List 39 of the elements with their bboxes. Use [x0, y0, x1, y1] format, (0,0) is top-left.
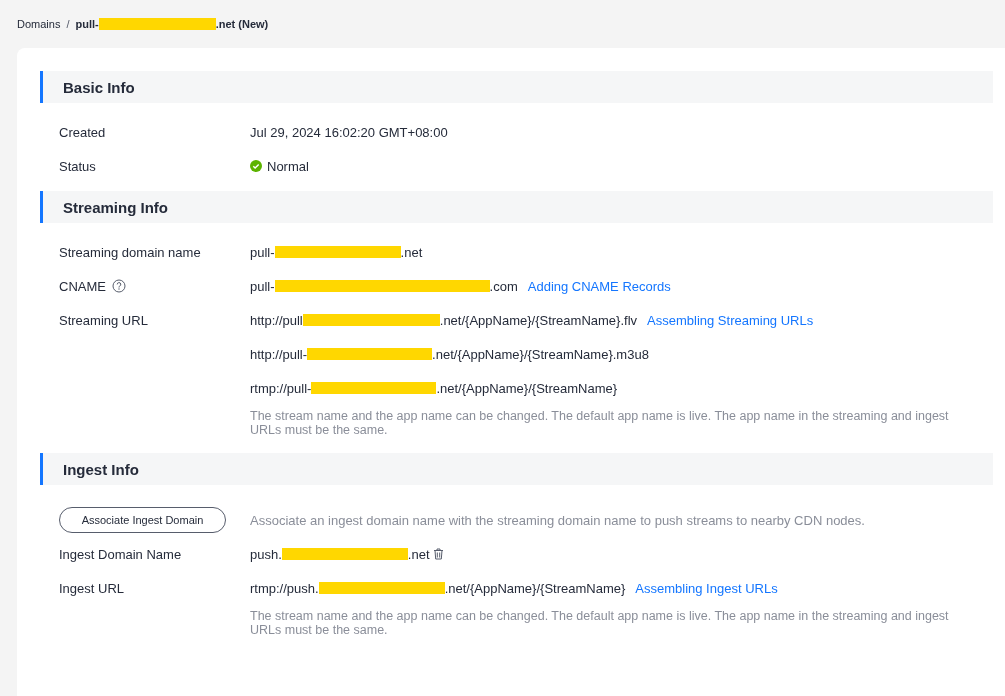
help-link[interactable]: Adding CNAME Records [527, 278, 671, 294]
value-text: pull- [250, 278, 275, 294]
field-label: Ingest Domain Name [59, 546, 182, 562]
help-icon[interactable] [111, 279, 126, 293]
value-text: http://pull [250, 312, 303, 328]
value-text: .com [489, 278, 518, 294]
value-text: .net/{AppName}/{StreamName} [444, 580, 626, 596]
field-label: Ingest URL [59, 580, 125, 596]
breadcrumb-current: .net (New) [215, 18, 269, 30]
value-text: rtmp://pull- [250, 380, 312, 396]
status-text: Normal [267, 158, 309, 174]
field-label: Created [59, 124, 106, 140]
field-label: Streaming domain name [59, 244, 201, 260]
breadcrumb-current: pull- [75, 18, 99, 30]
description-text: Associate an ingest domain name with the streaming domain name to push streams to nearby CDN nodes. [250, 512, 865, 528]
help-link[interactable]: Assembling Streaming URLs [647, 312, 814, 328]
value-text: push. [250, 546, 282, 562]
value-text: .net/{AppName}/{StreamName}.flv [439, 312, 638, 328]
value-text: .net [400, 244, 423, 260]
hint-text: The stream name and the app name can be changed. The default app name is live. The app name in the streaming and ingest URLs must be the same. [250, 608, 950, 639]
breadcrumb-separator: / [66, 18, 70, 30]
value-text: .net/{AppName}/{StreamName}.m3u8 [432, 346, 649, 362]
field-label: CNAME [59, 278, 106, 294]
value-text: rtmp://push. [250, 580, 319, 596]
value-text: .net/{AppName}/{StreamName} [436, 380, 618, 396]
section-header: Ingest Info [40, 453, 993, 485]
value-text: Jul 29, 2024 16:02:20 GMT+08:00 [250, 124, 448, 140]
field-label: Status [59, 157, 97, 176]
help-link[interactable]: Assembling Ingest URLs [635, 580, 778, 596]
section-header: Streaming Info [40, 191, 993, 223]
value-text: .net [407, 546, 430, 562]
breadcrumb-link[interactable]: Domains [17, 18, 61, 30]
field-label: Streaming URL [59, 312, 148, 328]
value-text: http://pull- [250, 346, 308, 362]
associate-button[interactable]: Associate Ingest Domain [59, 507, 226, 533]
section-header: Basic Info [40, 71, 993, 103]
value-text: pull- [250, 244, 275, 260]
hint-text: The stream name and the app name can be changed. The default app name is live. The app name in the streaming and ingest URLs must be the same. [250, 408, 950, 439]
trash-icon[interactable] [432, 548, 444, 560]
